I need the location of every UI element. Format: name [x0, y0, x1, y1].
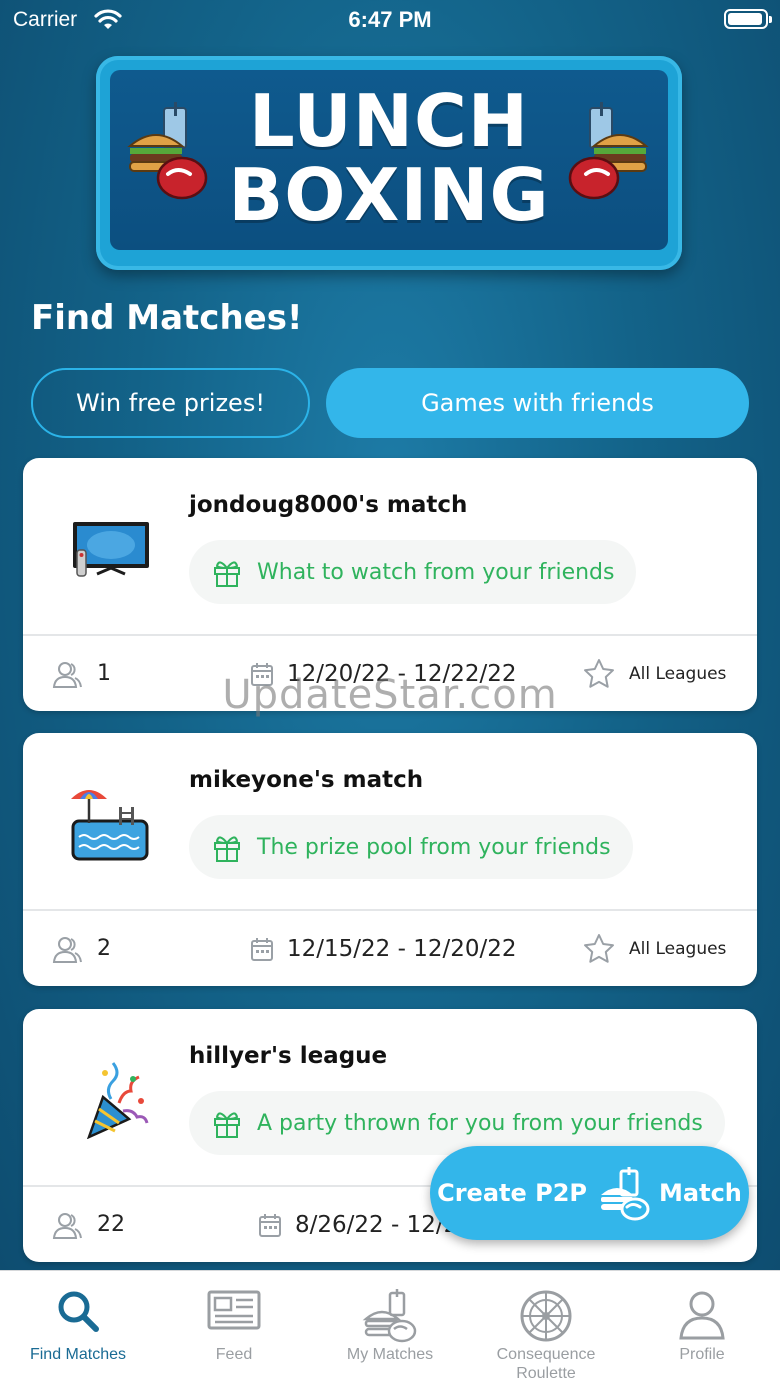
newspaper-icon: [207, 1290, 261, 1330]
match-title: mikeyone's match: [189, 767, 424, 793]
calendar-icon: [251, 937, 273, 961]
lunch-boxing-logo: LUNCH BOXING: [96, 56, 682, 270]
players-icon: [52, 1212, 82, 1239]
tab-win-free-prizes[interactable]: Win free prizes!: [31, 368, 310, 438]
players-icon: [52, 936, 82, 963]
match-title: hillyer's league: [189, 1043, 388, 1069]
player-count: 2: [51, 911, 111, 986]
match-card[interactable]: mikeyone's match The prize pool from you…: [23, 733, 757, 986]
prize-text: The prize pool from your friends: [257, 834, 611, 860]
lunch-icon: [601, 1167, 650, 1221]
nav-profile[interactable]: Profile: [624, 1271, 780, 1387]
gift-icon: [214, 1112, 240, 1138]
status-bar: Carrier 6:47 PM: [0, 0, 780, 40]
nav-label: Feed: [215, 1346, 253, 1363]
burger-glove-emblem-icon: [568, 102, 649, 200]
person-icon: [679, 1291, 725, 1340]
nav-find-matches[interactable]: Find Matches: [0, 1271, 156, 1387]
nav-label: Find Matches: [29, 1346, 127, 1363]
prize-pill: What to watch from your friends: [189, 540, 637, 604]
roulette-wheel-icon: [520, 1290, 572, 1342]
party-popper-icon: [86, 1062, 149, 1139]
nav-consequence-roulette[interactable]: Consequence Roulette: [468, 1271, 624, 1387]
battery-icon: [724, 9, 772, 29]
bottom-tab-bar: Find Matches Feed My Matches Consequence…: [0, 1270, 780, 1387]
league-value: All Leagues: [629, 938, 727, 959]
search-icon: [58, 1291, 99, 1332]
match-title: jondoug8000's match: [189, 492, 468, 518]
player-count-value: 22: [97, 1212, 125, 1237]
prize-pill: The prize pool from your friends: [189, 815, 633, 879]
nav-label: Profile: [679, 1346, 725, 1363]
clock: 6:47 PM: [348, 7, 432, 32]
calendar-icon: [259, 1213, 281, 1237]
tv-icon: [73, 522, 149, 577]
create-p2p-match-button[interactable]: Create P2P Match: [430, 1146, 749, 1240]
gift-icon: [214, 561, 240, 587]
nav-label: Consequence Roulette: [496, 1346, 596, 1382]
gift-icon: [214, 836, 240, 862]
prize-text: A party thrown for you from your friends: [257, 1110, 703, 1136]
watermark: UpdateStar.com: [222, 672, 558, 718]
match-dates-value: 8/26/22 - 12/2: [295, 1211, 459, 1238]
lunch-icon: [362, 1289, 417, 1343]
league-label: All Leagues: [583, 911, 726, 986]
nav-feed[interactable]: Feed: [156, 1271, 312, 1387]
nav-label: My Matches: [346, 1346, 434, 1363]
prize-text: What to watch from your friends: [257, 559, 615, 585]
fab-label-right: Match: [659, 1179, 742, 1207]
match-dates: 12/15/22 - 12/20/22: [251, 911, 517, 986]
match-dates-value: 12/15/22 - 12/20/22: [287, 935, 517, 962]
player-count: 22: [51, 1187, 125, 1262]
nav-my-matches[interactable]: My Matches: [312, 1271, 468, 1387]
star-icon: [584, 933, 614, 963]
player-count-value: 2: [97, 936, 111, 961]
page-title: Find Matches!: [31, 298, 303, 338]
pool-icon: [71, 790, 149, 861]
tab-games-with-friends[interactable]: Games with friends: [326, 368, 749, 438]
match-dates: 8/26/22 - 12/2: [259, 1187, 458, 1262]
fab-label-left: Create P2P: [437, 1179, 588, 1207]
